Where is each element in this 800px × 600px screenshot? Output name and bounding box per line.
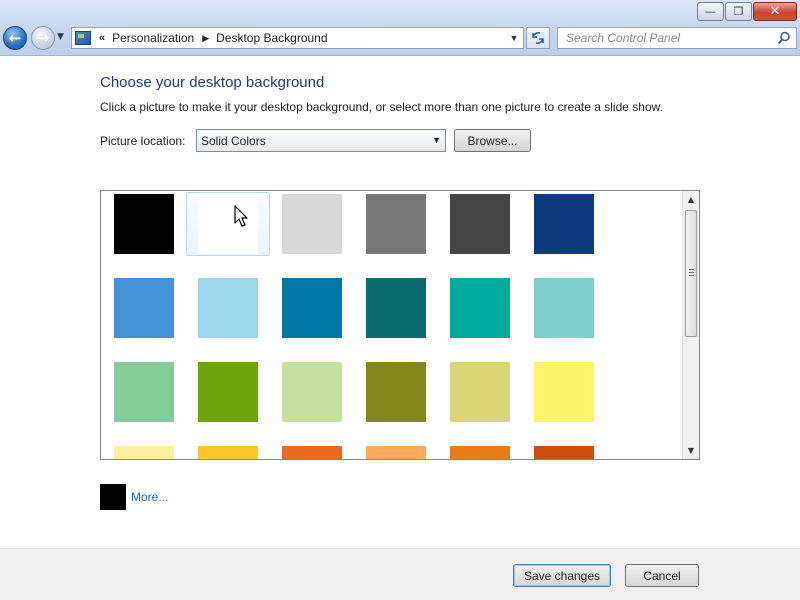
- picture-location-value: Solid Colors: [201, 133, 266, 148]
- scrollbar-thumb[interactable]: [685, 210, 697, 337]
- page-description: Click a picture to make it your desktop …: [100, 100, 663, 114]
- breadcrumb-personalization[interactable]: Personalization: [112, 31, 194, 45]
- address-bar[interactable]: « Personalization ▶ Desktop Background ▼: [71, 27, 524, 49]
- color-swatch[interactable]: [534, 278, 594, 338]
- color-swatch[interactable]: [114, 446, 174, 459]
- breadcrumb-overflow[interactable]: «: [99, 32, 105, 44]
- breadcrumb-chevron-icon[interactable]: ▶: [202, 33, 209, 44]
- color-swatch[interactable]: [282, 362, 342, 422]
- scroll-down-arrow-icon[interactable]: ▼: [683, 442, 699, 459]
- recent-pages-dropdown[interactable]: ▼: [57, 32, 64, 42]
- minimize-button[interactable]: —: [697, 2, 724, 21]
- page-title: Choose your desktop background: [100, 74, 325, 91]
- color-swatch[interactable]: [282, 194, 342, 254]
- search-icon[interactable]: [777, 31, 791, 45]
- color-swatch[interactable]: [534, 362, 594, 422]
- picture-location-label: Picture location:: [100, 134, 186, 148]
- color-swatch[interactable]: [366, 362, 426, 422]
- mouse-cursor-icon: [234, 205, 248, 227]
- color-swatch[interactable]: [450, 362, 510, 422]
- address-dropdown-icon[interactable]: ▼: [505, 33, 523, 43]
- maximize-button[interactable]: ❐: [725, 2, 752, 21]
- color-swatch[interactable]: [534, 446, 594, 459]
- more-colors-link[interactable]: More...: [131, 490, 168, 504]
- color-swatch[interactable]: [450, 278, 510, 338]
- vertical-scrollbar[interactable]: ▲ ▼: [682, 191, 699, 459]
- color-swatch[interactable]: [198, 446, 258, 459]
- search-input[interactable]: Search Control Panel: [557, 27, 797, 49]
- grip-icon: [689, 269, 694, 276]
- color-swatch[interactable]: [114, 278, 174, 338]
- color-swatch[interactable]: [282, 278, 342, 338]
- color-swatch[interactable]: [366, 446, 426, 459]
- chevron-down-icon: ▼: [432, 135, 441, 145]
- save-changes-button[interactable]: Save changes: [513, 564, 611, 587]
- back-arrow-icon: ←: [8, 29, 22, 47]
- restore-icon: ❐: [733, 5, 744, 18]
- control-panel-icon: [75, 31, 91, 45]
- color-swatch[interactable]: [366, 278, 426, 338]
- color-grid[interactable]: ▲ ▼: [100, 190, 700, 460]
- breadcrumb-desktop-background[interactable]: Desktop Background: [216, 31, 327, 45]
- title-bar: — ❐ ✕ ← → ▼ « Personalization ▶ Desktop …: [0, 0, 800, 56]
- forward-button[interactable]: →: [31, 26, 55, 50]
- search-placeholder: Search Control Panel: [566, 31, 681, 45]
- color-swatch[interactable]: [450, 446, 510, 459]
- color-swatch[interactable]: [114, 362, 174, 422]
- color-swatch[interactable]: [366, 194, 426, 254]
- refresh-icon: [532, 32, 544, 44]
- color-swatch[interactable]: [450, 194, 510, 254]
- color-swatch[interactable]: [534, 194, 594, 254]
- window-controls: — ❐ ✕: [696, 2, 797, 21]
- minimize-icon: —: [705, 5, 716, 18]
- color-swatch[interactable]: [282, 446, 342, 459]
- scroll-up-arrow-icon[interactable]: ▲: [683, 191, 699, 208]
- color-swatch[interactable]: [198, 362, 258, 422]
- color-swatch[interactable]: [114, 194, 174, 254]
- forward-arrow-icon: →: [36, 29, 50, 47]
- close-icon: ✕: [769, 4, 781, 19]
- cancel-button[interactable]: Cancel: [625, 564, 699, 587]
- color-swatch[interactable]: [198, 278, 258, 338]
- close-button[interactable]: ✕: [753, 2, 797, 21]
- browse-button[interactable]: Browse...: [454, 129, 531, 152]
- picture-location-select[interactable]: Solid Colors ▼: [196, 129, 446, 152]
- more-color-swatch[interactable]: [100, 484, 126, 510]
- refresh-button[interactable]: [526, 27, 550, 49]
- back-button[interactable]: ←: [3, 26, 27, 50]
